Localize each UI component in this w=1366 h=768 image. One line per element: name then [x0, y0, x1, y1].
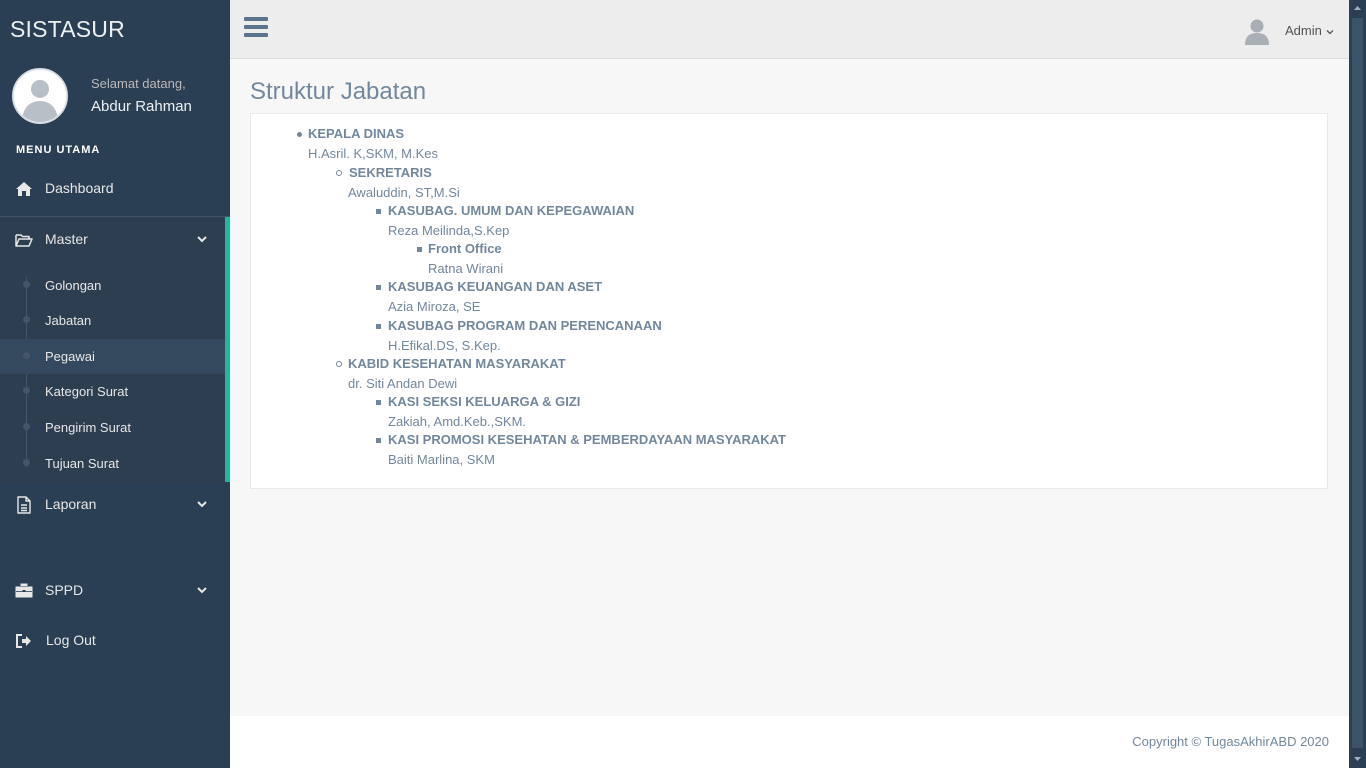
position-title: KASUBAG PROGRAM DAN PERENCANAAN: [388, 318, 662, 333]
nav-master-label: Master: [45, 231, 88, 247]
page-title: Struktur Jabatan: [250, 78, 427, 105]
user-avatar-icon[interactable]: [1244, 17, 1270, 45]
chevron-down-icon: [196, 498, 208, 510]
position-holder: Ratna Wirani: [428, 261, 504, 276]
sign-out-icon: [15, 632, 33, 650]
submenu-label: Golongan: [45, 278, 102, 293]
folder-open-icon: [15, 231, 33, 249]
position-title: SEKRETARIS: [349, 165, 432, 180]
bullet-circle: [336, 170, 342, 176]
welcome-text: Selamat datang,: [91, 76, 186, 91]
nav-sppd-label: SPPD: [45, 582, 84, 598]
position-title: KEPALA DINAS: [308, 126, 405, 141]
position-title: KASI SEKSI KELUARGA & GIZI: [388, 394, 581, 409]
bullet-square: [376, 324, 381, 329]
position-title: KABID KESEHATAN MASYARAKAT: [348, 356, 566, 371]
tree-node: KASUBAG PROGRAM DAN PERENCANAAN H.Efikal…: [376, 318, 662, 353]
submenu-tujuan-surat[interactable]: Tujuan Surat: [0, 446, 225, 480]
menu-toggle-icon[interactable]: [244, 17, 268, 39]
tree-node: KASUBAG KEUANGAN DAN ASET Azia Miroza, S…: [376, 279, 603, 314]
briefcase-icon: [15, 582, 33, 600]
submenu-pegawai[interactable]: Pegawai: [0, 339, 225, 374]
submenu-pengirim-surat[interactable]: Pengirim Surat: [0, 410, 225, 444]
chevron-down-icon: [196, 584, 208, 596]
nav-dashboard-label: Dashboard: [45, 180, 114, 196]
nav-dashboard[interactable]: Dashboard: [0, 168, 230, 210]
position-holder: Zakiah, Amd.Keb.,SKM.: [388, 414, 527, 429]
user-menu[interactable]: Admin: [1285, 23, 1334, 38]
position-holder: Awaluddin, ST,M.Si: [348, 185, 460, 200]
tree-node: KASI PROMOSI KESEHATAN & PEMBERDAYAAN MA…: [376, 432, 786, 467]
submenu-dot: [23, 316, 30, 323]
tree-node: KASI SEKSI KELUARGA & GIZI Zakiah, Amd.K…: [376, 394, 581, 429]
scroll-down-icon[interactable]: [1353, 754, 1362, 763]
tree-node: Front Office Ratna Wirani: [417, 241, 503, 276]
scroll-thumb[interactable]: [1352, 18, 1363, 748]
chevron-down-icon: [1326, 28, 1334, 36]
position-title: KASUBAG KEUANGAN DAN ASET: [388, 279, 603, 294]
profile-avatar: [12, 68, 68, 124]
nav-sppd[interactable]: SPPD: [0, 570, 230, 612]
position-holder: Baiti Marlina, SKM: [388, 452, 495, 467]
nav-master[interactable]: Master: [0, 219, 230, 261]
sidebar: SISTASUR Selamat datang, Abdur Rahman ME…: [0, 0, 230, 768]
nav-laporan[interactable]: Laporan: [0, 484, 230, 526]
tree-node: KABID KESEHATAN MASYARAKAT dr. Siti Anda…: [336, 356, 566, 391]
submenu-dot: [23, 281, 30, 288]
copyright-text: Copyright © TugasAkhirABD 2020: [1132, 734, 1329, 749]
footer: Copyright © TugasAkhirABD 2020: [230, 716, 1349, 768]
brand-title[interactable]: SISTASUR: [10, 16, 125, 43]
bullet-square: [417, 247, 422, 252]
nav-logout[interactable]: Log Out: [0, 620, 230, 662]
position-holder: H.Efikal.DS, S.Kep.: [388, 338, 501, 353]
bullet-square: [376, 400, 381, 405]
bullet-square: [376, 438, 381, 443]
submenu-dot: [23, 352, 30, 359]
submenu-dot: [23, 459, 30, 466]
tree-node: SEKRETARIS Awaluddin, ST,M.Si: [336, 165, 460, 200]
menu-title: MENU UTAMA: [16, 144, 101, 156]
tree-node: KEPALA DINAS H.Asril. K,SKM, M.Kes: [297, 126, 438, 161]
submenu-label: Kategori Surat: [45, 384, 129, 399]
home-icon: [15, 180, 33, 198]
submenu-label: Pengirim Surat: [45, 420, 131, 435]
user-avatar-icon: [14, 70, 66, 122]
chevron-down-icon: [196, 233, 208, 245]
submenu-label: Pegawai: [45, 349, 95, 364]
top-navbar: Admin: [230, 0, 1349, 59]
position-title: KASUBAG. UMUM DAN KEPEGAWAIAN: [388, 203, 635, 218]
profile-name: Abdur Rahman: [91, 98, 192, 115]
submenu-golongan[interactable]: Golongan: [0, 268, 225, 302]
position-title: Front Office: [428, 241, 502, 256]
scrollbar[interactable]: [1349, 0, 1366, 768]
nav-logout-label: Log Out: [46, 632, 96, 648]
scroll-up-icon[interactable]: [1353, 4, 1362, 13]
position-holder: dr. Siti Andan Dewi: [348, 376, 458, 391]
bullet-disc: [297, 132, 302, 137]
tree-node: KASUBAG. UMUM DAN KEPEGAWAIAN Reza Meili…: [376, 203, 635, 238]
position-holder: Reza Meilinda,S.Kep: [388, 223, 510, 238]
file-text-icon: [15, 496, 33, 514]
position-holder: Azia Miroza, SE: [388, 299, 481, 314]
submenu-dot: [23, 423, 30, 430]
structure-panel: KEPALA DINAS H.Asril. K,SKM, M.Kes SEKRE…: [250, 113, 1328, 489]
user-menu-label: Admin: [1285, 23, 1322, 38]
position-title: KASI PROMOSI KESEHATAN & PEMBERDAYAAN MA…: [388, 432, 786, 447]
position-holder: H.Asril. K,SKM, M.Kes: [308, 146, 439, 161]
submenu-jabatan[interactable]: Jabatan: [0, 303, 225, 337]
nav-laporan-label: Laporan: [45, 496, 97, 512]
submenu-kategori-surat[interactable]: Kategori Surat: [0, 374, 225, 408]
submenu-label: Jabatan: [45, 313, 92, 328]
submenu-label: Tujuan Surat: [45, 456, 119, 471]
submenu-dot: [23, 387, 30, 394]
bullet-circle: [336, 361, 342, 367]
bullet-square: [376, 209, 381, 214]
bullet-square: [376, 285, 381, 290]
